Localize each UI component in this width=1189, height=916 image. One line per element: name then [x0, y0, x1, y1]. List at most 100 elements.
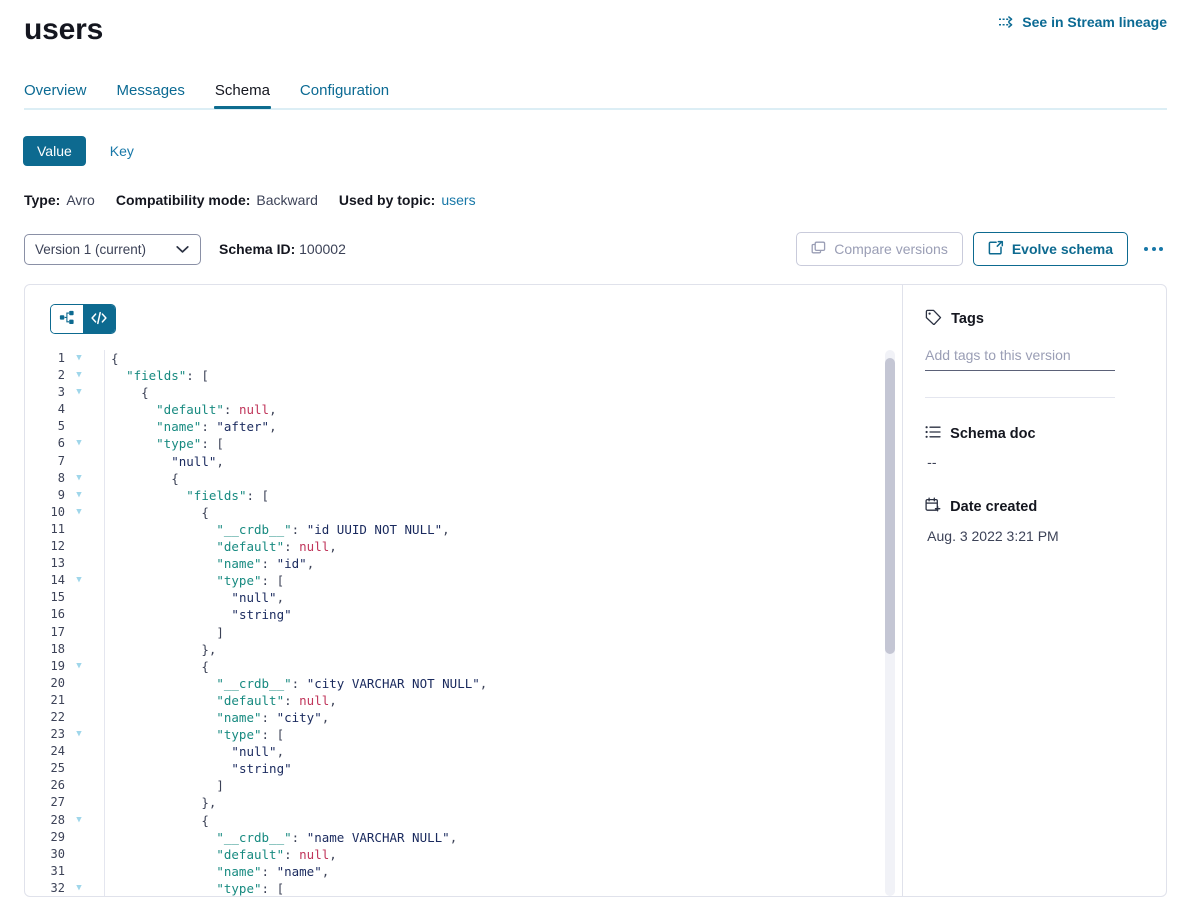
line-number: 25 — [25, 760, 71, 777]
line-number: 14 — [25, 572, 71, 589]
fold-toggle-icon[interactable]: ▼ — [71, 487, 87, 504]
version-bar: Version 1 (current) Schema ID: 100002 Co… — [24, 232, 1167, 266]
code-line: 4 "default": null, — [25, 401, 902, 418]
code-token: "name" — [277, 864, 322, 879]
tab-messages[interactable]: Messages — [117, 82, 185, 108]
fold-toggle-icon[interactable]: ▼ — [71, 384, 87, 401]
code-line-text: }, — [87, 641, 216, 658]
code-token: "city" — [277, 710, 322, 725]
code-line-text: { — [87, 812, 209, 829]
code-token: "city VARCHAR NOT NULL" — [307, 676, 480, 691]
code-token: "after" — [216, 419, 269, 434]
date-created-section: Date created Aug. 3 2022 3:21 PM — [925, 497, 1142, 544]
code-token: "default" — [216, 539, 284, 554]
add-tags-input[interactable] — [925, 347, 1115, 371]
fold-toggle-icon[interactable]: ▼ — [71, 812, 87, 829]
code-line-text: { — [87, 384, 149, 401]
code-token: : — [292, 676, 307, 691]
code-token: { — [171, 471, 179, 486]
code-token: , — [322, 710, 330, 725]
line-number: 10 — [25, 504, 71, 521]
code-token: "fields" — [186, 488, 246, 503]
fold-toggle-icon[interactable]: ▼ — [71, 880, 87, 896]
code-token: "null" — [231, 744, 276, 759]
code-token: "name" — [216, 556, 261, 571]
tab-bar-rule — [24, 108, 1167, 110]
fold-toggle-icon[interactable]: ▼ — [71, 726, 87, 743]
code-token: null — [299, 693, 329, 708]
evolve-schema-button[interactable]: Evolve schema — [973, 232, 1128, 266]
code-line: 8▼ { — [25, 470, 902, 487]
tree-view-icon — [59, 310, 75, 328]
fold-toggle-icon[interactable]: ▼ — [71, 504, 87, 521]
tab-schema[interactable]: Schema — [215, 82, 270, 108]
used-by-topic-link[interactable]: users — [441, 192, 475, 208]
line-number: 6 — [25, 435, 71, 452]
code-token: "name VARCHAR NULL" — [307, 830, 450, 845]
see-in-stream-lineage-link[interactable]: See in Stream lineage — [998, 14, 1167, 30]
fold-toggle-icon[interactable]: ▼ — [71, 470, 87, 487]
code-line-text: "default": null, — [87, 846, 337, 863]
kebab-dot — [1144, 247, 1148, 251]
code-line: 21 "default": null, — [25, 692, 902, 709]
schema-id-value: 100002 — [299, 241, 346, 257]
code-line-text: "name": "after", — [87, 418, 277, 435]
line-number: 21 — [25, 692, 71, 709]
code-line-text: { — [87, 658, 209, 675]
code-token: ] — [216, 778, 224, 793]
line-number: 19 — [25, 658, 71, 675]
code-line-text: "null", — [87, 453, 224, 470]
line-number: 20 — [25, 675, 71, 692]
more-options-button[interactable] — [1140, 239, 1167, 259]
code-token: { — [201, 659, 209, 674]
schema-key-toggle[interactable]: Key — [96, 136, 148, 166]
code-token: : — [224, 402, 239, 417]
tab-configuration[interactable]: Configuration — [300, 82, 389, 108]
code-token: { — [141, 385, 149, 400]
compare-versions-button[interactable]: Compare versions — [796, 232, 963, 266]
code-view-button[interactable] — [83, 305, 115, 333]
code-scrollbar-thumb[interactable] — [885, 358, 895, 654]
editor-view-toggle — [50, 304, 116, 334]
code-token: "name" — [216, 710, 261, 725]
code-line-text: "type": [ — [87, 880, 284, 896]
fold-toggle-icon[interactable]: ▼ — [71, 658, 87, 675]
code-line: 2▼ "fields": [ — [25, 367, 902, 384]
code-line: 23▼ "type": [ — [25, 726, 902, 743]
tab-overview[interactable]: Overview — [24, 82, 87, 108]
code-line: 13 "name": "id", — [25, 555, 902, 572]
line-number: 9 — [25, 487, 71, 504]
calendar-add-icon — [925, 497, 941, 517]
code-line: 18 }, — [25, 641, 902, 658]
tree-view-button[interactable] — [51, 305, 83, 333]
code-token: , — [329, 847, 337, 862]
code-line: 15 "null", — [25, 589, 902, 606]
tag-icon — [925, 309, 942, 329]
code-line: 7 "null", — [25, 453, 902, 470]
code-token: : — [284, 693, 299, 708]
version-select[interactable]: Version 1 (current) — [24, 234, 201, 265]
schema-value-toggle[interactable]: Value — [23, 136, 86, 166]
code-token: : [ — [186, 368, 209, 383]
fold-toggle-icon[interactable]: ▼ — [71, 367, 87, 384]
fold-toggle-icon[interactable]: ▼ — [71, 435, 87, 452]
code-token: , — [329, 539, 337, 554]
code-token: , — [450, 830, 458, 845]
code-token: "type" — [216, 881, 261, 896]
code-line-text: "name": "id", — [87, 555, 314, 572]
fold-toggle-icon[interactable]: ▼ — [71, 572, 87, 589]
code-line-text: "type": [ — [87, 435, 224, 452]
schema-code-area[interactable]: 1▼{2▼ "fields": [3▼ {4 "default": null,5… — [25, 350, 902, 896]
code-token: , — [277, 744, 285, 759]
code-token: : [ — [201, 436, 224, 451]
code-token: null — [299, 847, 329, 862]
type-value: Avro — [66, 192, 95, 208]
code-line-text: "default": null, — [87, 538, 337, 555]
line-number: 8 — [25, 470, 71, 487]
code-token: "id" — [277, 556, 307, 571]
code-line: 26 ] — [25, 777, 902, 794]
code-line: 19▼ { — [25, 658, 902, 675]
fold-toggle-icon[interactable]: ▼ — [71, 350, 87, 367]
compatibility-mode-label: Compatibility mode: — [116, 192, 251, 208]
code-token: : [ — [262, 573, 285, 588]
